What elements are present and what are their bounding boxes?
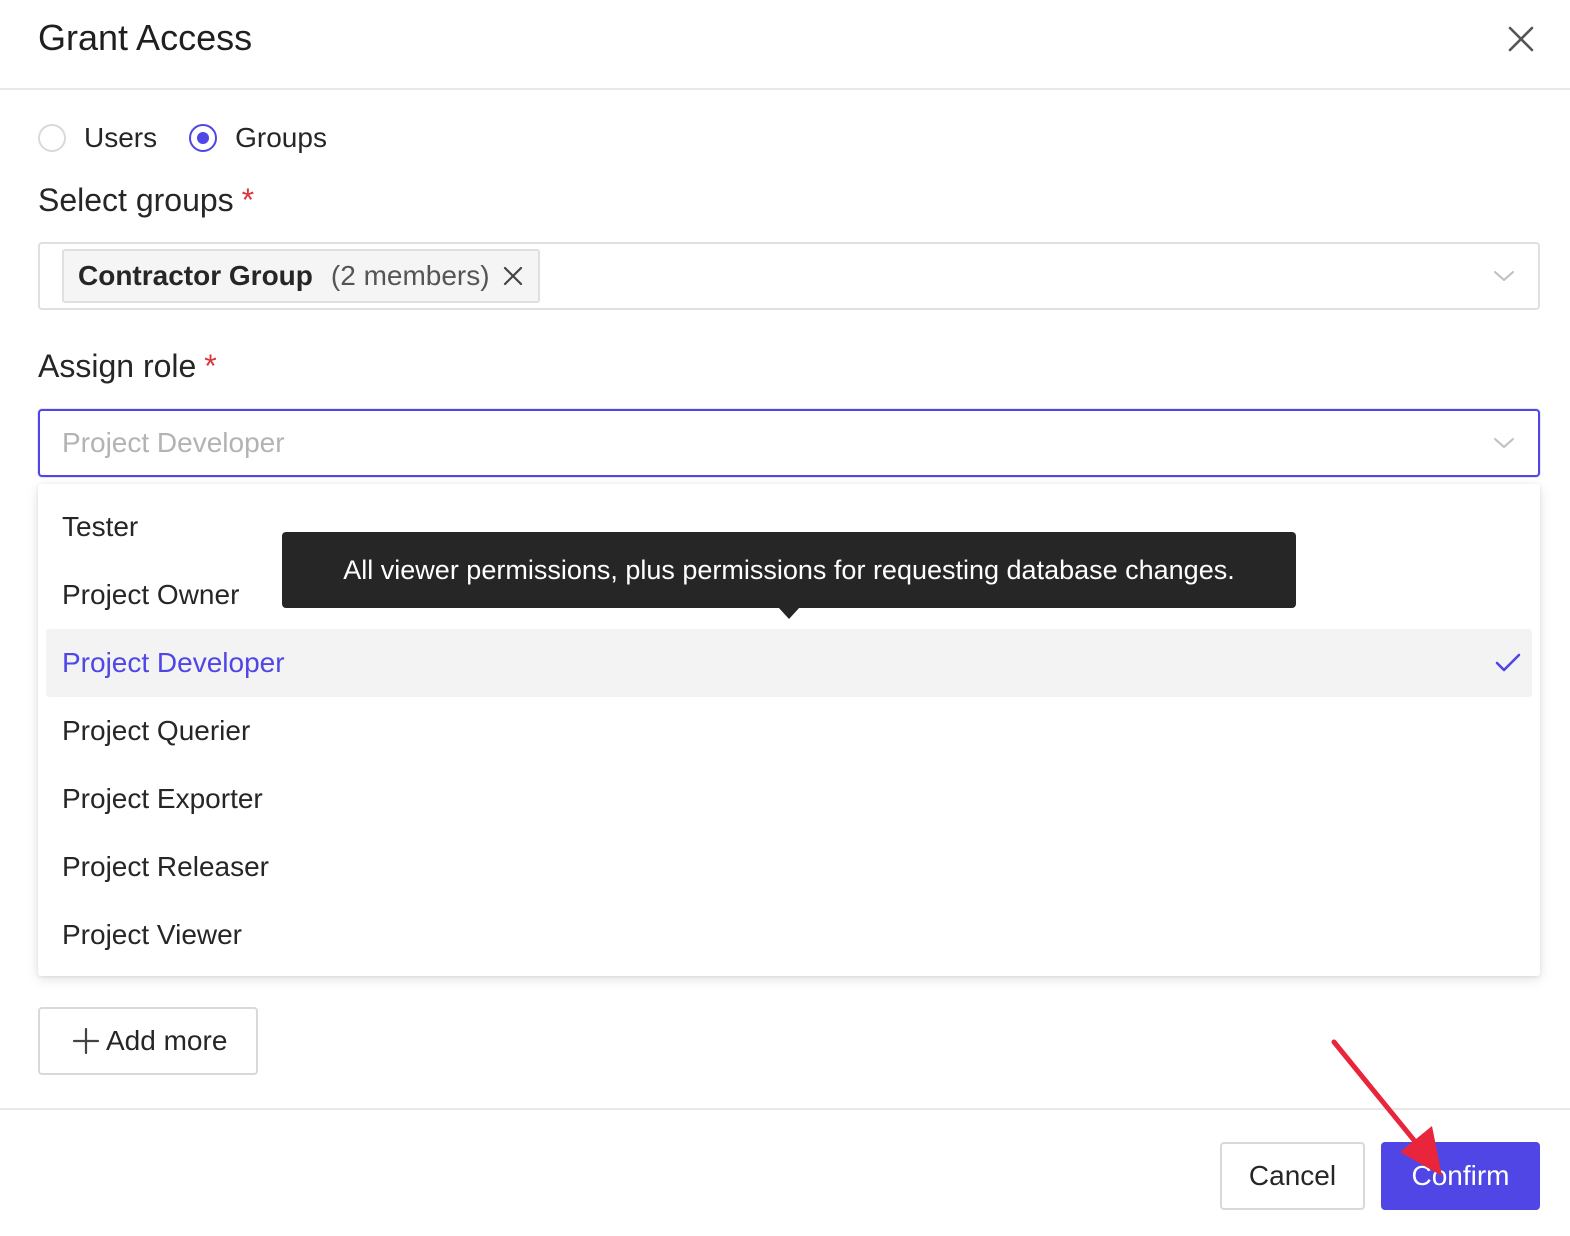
footer-divider: [0, 1108, 1570, 1110]
role-option-project-developer[interactable]: Project Developer: [46, 629, 1532, 697]
target-type-radio-group: Users Groups: [38, 118, 359, 158]
groups-select[interactable]: Contractor Group (2 members): [38, 242, 1540, 310]
add-more-label: Add more: [106, 1025, 228, 1056]
role-option-label: Project Querier: [62, 715, 251, 746]
role-option-project-releaser[interactable]: Project Releaser: [46, 833, 1532, 901]
assign-role-label: Assign role *: [38, 348, 217, 385]
cancel-button-label: Cancel: [1248, 1160, 1337, 1191]
role-option-label: Project Developer: [62, 647, 285, 678]
grant-access-dialog: Grant Access Users Groups Select groups *…: [0, 0, 1570, 1236]
plus-icon: [72, 1027, 100, 1055]
role-option-label: Project Releaser: [62, 851, 269, 882]
required-mark: *: [241, 182, 255, 218]
role-option-project-exporter[interactable]: Project Exporter: [46, 765, 1532, 833]
chevron-down-icon: [1494, 438, 1514, 448]
dialog-header: Grant Access: [0, 0, 1570, 90]
tag-member-count: (2 members): [330, 260, 490, 291]
tooltip-text: All viewer permissions, plus permissions…: [343, 554, 1235, 585]
role-option-label: Project Viewer: [62, 919, 243, 950]
role-description-tooltip: All viewer permissions, plus permissions…: [282, 532, 1296, 608]
radio-groups[interactable]: Groups: [189, 122, 327, 154]
close-icon[interactable]: [502, 265, 524, 287]
add-more-button[interactable]: Add more: [38, 1007, 258, 1075]
select-groups-label: Select groups *: [38, 182, 254, 219]
confirm-button-label: Confirm: [1411, 1160, 1510, 1191]
role-option-project-viewer[interactable]: Project Viewer: [46, 901, 1532, 969]
radio-groups-indicator[interactable]: [189, 124, 218, 152]
radio-users[interactable]: Users: [38, 122, 157, 154]
dialog-title: Grant Access: [38, 17, 253, 58]
radio-users-indicator[interactable]: [38, 124, 66, 152]
check-icon: [1495, 653, 1521, 672]
role-select[interactable]: Project Developer: [38, 409, 1540, 477]
role-option-label: Project Exporter: [62, 783, 263, 814]
tooltip-arrow: [778, 607, 800, 619]
radio-groups-label: Groups: [235, 122, 327, 153]
cancel-button[interactable]: Cancel: [1220, 1142, 1365, 1210]
role-option-project-querier[interactable]: Project Querier: [46, 697, 1532, 765]
close-icon: [1508, 26, 1534, 52]
required-mark: *: [204, 348, 217, 384]
tag-group-name: Contractor Group: [78, 260, 313, 291]
role-option-label: Project Owner: [62, 579, 240, 610]
close-button[interactable]: [1500, 18, 1542, 60]
selected-group-tag: Contractor Group (2 members): [62, 249, 540, 303]
role-option-label: Tester: [62, 511, 139, 542]
radio-users-label: Users: [84, 122, 158, 153]
assign-role-label-text: Assign role: [38, 348, 197, 384]
select-groups-label-text: Select groups: [38, 182, 234, 218]
confirm-button[interactable]: Confirm: [1381, 1142, 1540, 1210]
chevron-down-icon: [1494, 271, 1514, 281]
role-select-placeholder: Project Developer: [62, 427, 285, 458]
